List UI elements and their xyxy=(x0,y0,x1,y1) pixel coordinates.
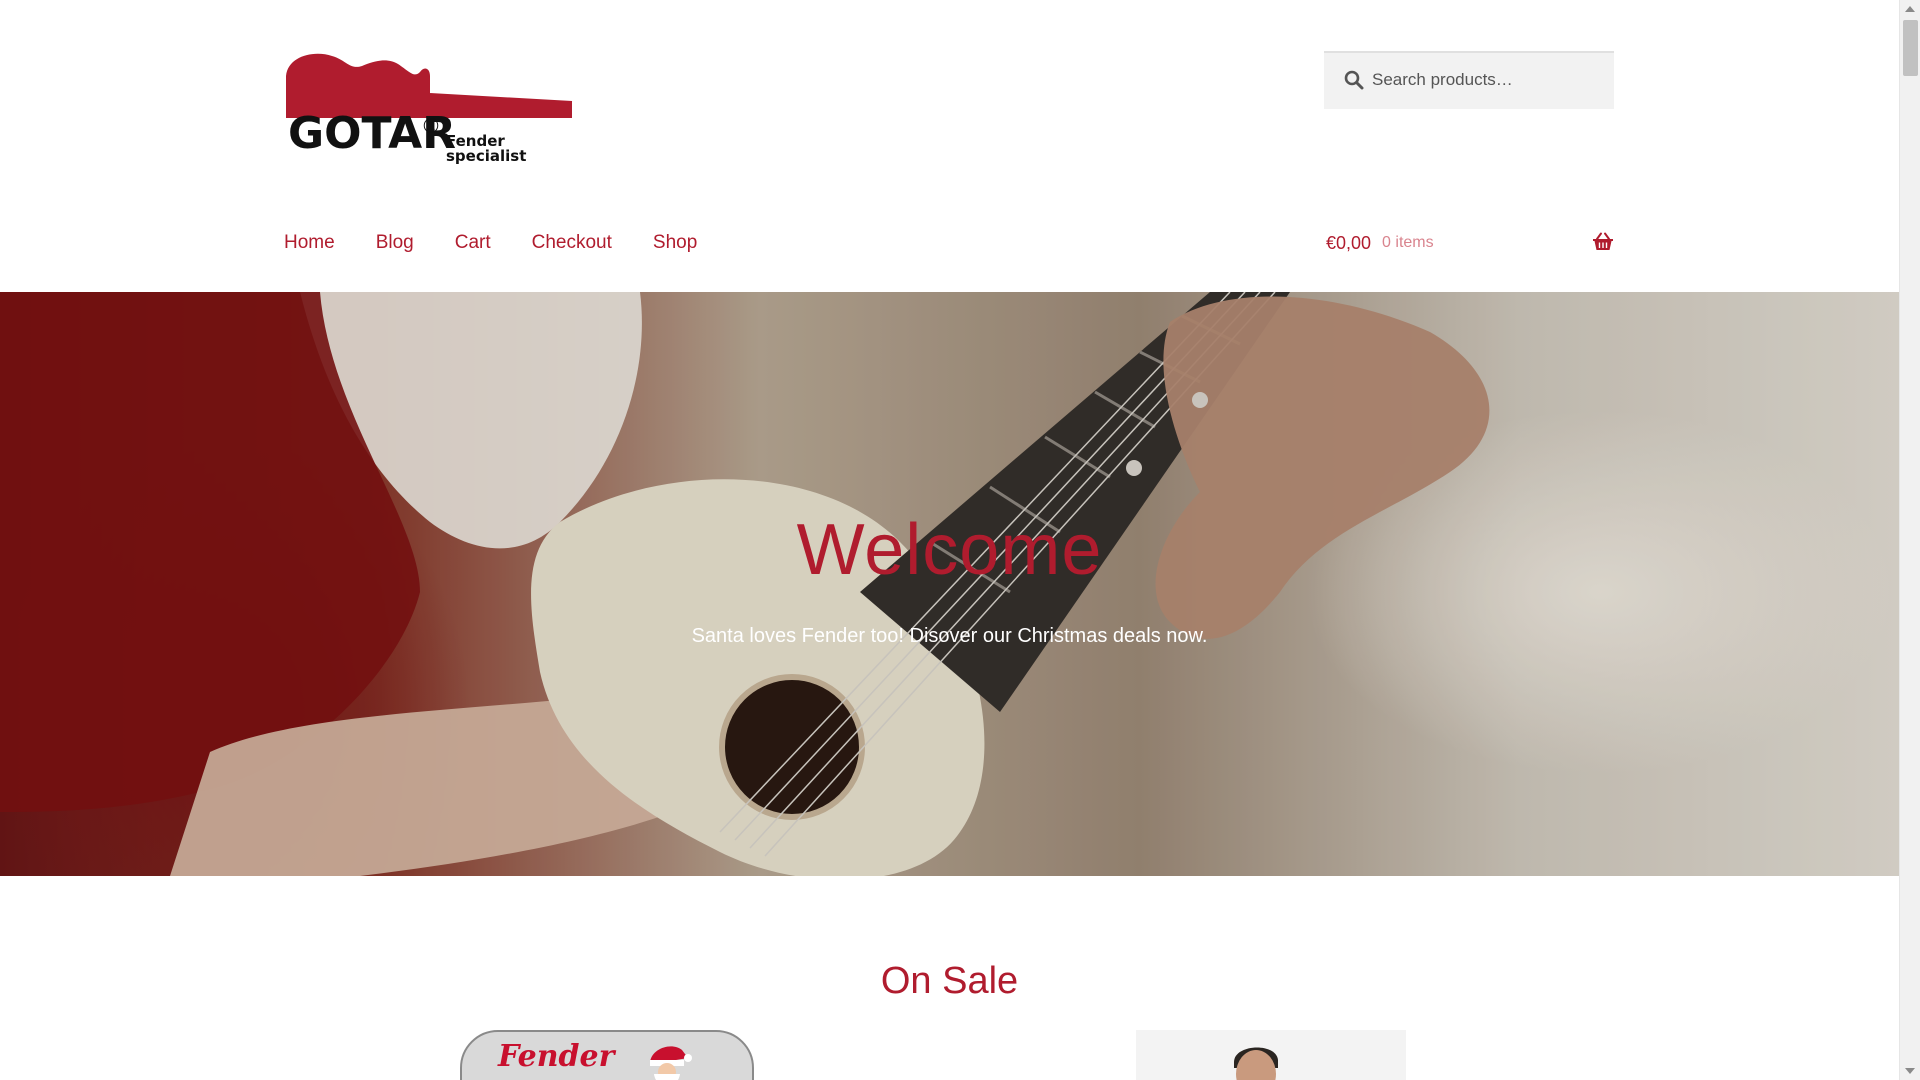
santa-icon xyxy=(650,1046,692,1080)
nav-item-home[interactable]: Home xyxy=(284,228,335,258)
site-content: GOTAR ® Fender specialist Home Blog Cart… xyxy=(0,0,1899,1080)
product-brand-logo: Fender xyxy=(498,1039,615,1074)
product-card-fender-tin[interactable]: Fender xyxy=(460,1030,754,1080)
nav-item-shop[interactable]: Shop xyxy=(653,228,697,258)
scroll-thumb[interactable] xyxy=(1903,20,1918,76)
scroll-down-arrow-icon[interactable] xyxy=(1905,1068,1915,1074)
basket-icon[interactable] xyxy=(1592,232,1614,252)
cart-item-count: 0 items xyxy=(1382,234,1434,251)
nav-item-checkout[interactable]: Checkout xyxy=(532,228,612,258)
on-sale-heading: On Sale xyxy=(880,960,1019,1002)
page: GOTAR ® Fender specialist Home Blog Cart… xyxy=(0,0,1920,1080)
hero-title: Welcome xyxy=(796,510,1103,590)
search-input[interactable] xyxy=(1372,53,1602,107)
model-photo xyxy=(1234,1047,1278,1080)
search-icon[interactable] xyxy=(1344,70,1364,90)
nav-item-blog[interactable]: Blog xyxy=(376,228,414,258)
product-card-apparel[interactable] xyxy=(1136,1030,1406,1080)
site-logo[interactable]: GOTAR ® Fender specialist xyxy=(284,50,574,165)
nav-item-cart[interactable]: Cart xyxy=(455,228,491,258)
product-search xyxy=(1324,51,1614,109)
cart-amount: €0,00 xyxy=(1326,232,1372,253)
hero-subtitle: Santa loves Fender too! Disover our Chri… xyxy=(691,625,1208,647)
header-cart[interactable]: €0,00 0 items xyxy=(1326,228,1616,258)
logo-tagline: Fender specialist xyxy=(446,132,527,165)
page-scrollbar[interactable] xyxy=(1899,0,1920,1080)
primary-navigation: Home Blog Cart Checkout Shop xyxy=(284,228,738,258)
logo-registered-mark: ® xyxy=(421,114,441,138)
hero-banner: Welcome Santa loves Fender too! Disover … xyxy=(0,292,1899,876)
scroll-up-arrow-icon[interactable] xyxy=(1905,6,1915,12)
